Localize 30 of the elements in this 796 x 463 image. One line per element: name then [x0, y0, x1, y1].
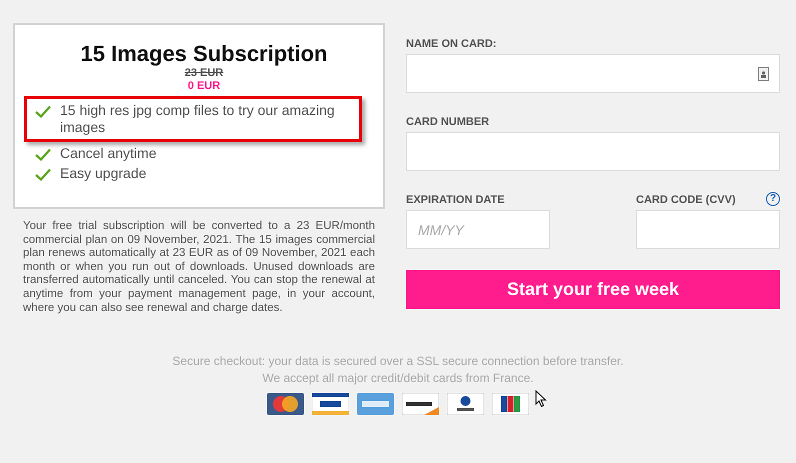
card-logo-icon — [267, 393, 304, 416]
mouse-cursor-icon — [535, 390, 547, 408]
help-button[interactable]: ? — [766, 192, 780, 206]
plan-title: 15 Images Subscription — [80, 41, 328, 67]
field-label: EXPIRATION DATE — [406, 193, 506, 208]
field-label: CARD NUMBER — [406, 115, 490, 130]
terms-text: Your free trial subscription will be converted to a 23 EUR/month commercial plan on 09 November, 2021. The 15 images commercial plan renews automatically at 23 EUR as of 09 November, 2021 each month or when you run out of downloads. Unused downloads are transferred automatically until canceled. You can stop the renewal at anytime from your payment management page, in your account, where you can also see renewal and charge dates. — [22, 220, 376, 316]
field-label: NAME ON CARD: — [406, 37, 498, 52]
contact-card-icon — [758, 66, 769, 80]
card-logo-icon — [357, 393, 394, 416]
feature-text: Easy upgrade — [60, 165, 146, 182]
expiration-field[interactable]: MM/YY — [406, 210, 550, 249]
old-price: 23 EUR — [184, 67, 224, 80]
card-logo-icon — [312, 393, 349, 416]
card-number-field[interactable] — [406, 132, 780, 171]
card-logo-icon — [492, 393, 529, 416]
start-button[interactable]: Start your free week — [406, 270, 780, 309]
check-icon — [35, 148, 51, 161]
name-field[interactable] — [406, 54, 780, 93]
price: 0 EUR — [188, 80, 220, 92]
field-label: CARD CODE (CVV) — [636, 193, 736, 208]
card-logo-icon — [402, 393, 439, 416]
secure-note: Secure checkout: your data is secured over a SSL secure connection before transfer. — [172, 353, 624, 370]
cvv-field[interactable] — [636, 210, 780, 249]
feature-text: Cancel anytime — [60, 145, 156, 162]
check-icon — [35, 168, 51, 181]
check-icon — [35, 105, 51, 118]
secure-note: We accept all major credit/debit cards from France. — [262, 370, 534, 388]
card-logo-icon — [447, 393, 484, 416]
feature-text: 15 high res jpg comp files to try our amazing images — [60, 102, 336, 136]
